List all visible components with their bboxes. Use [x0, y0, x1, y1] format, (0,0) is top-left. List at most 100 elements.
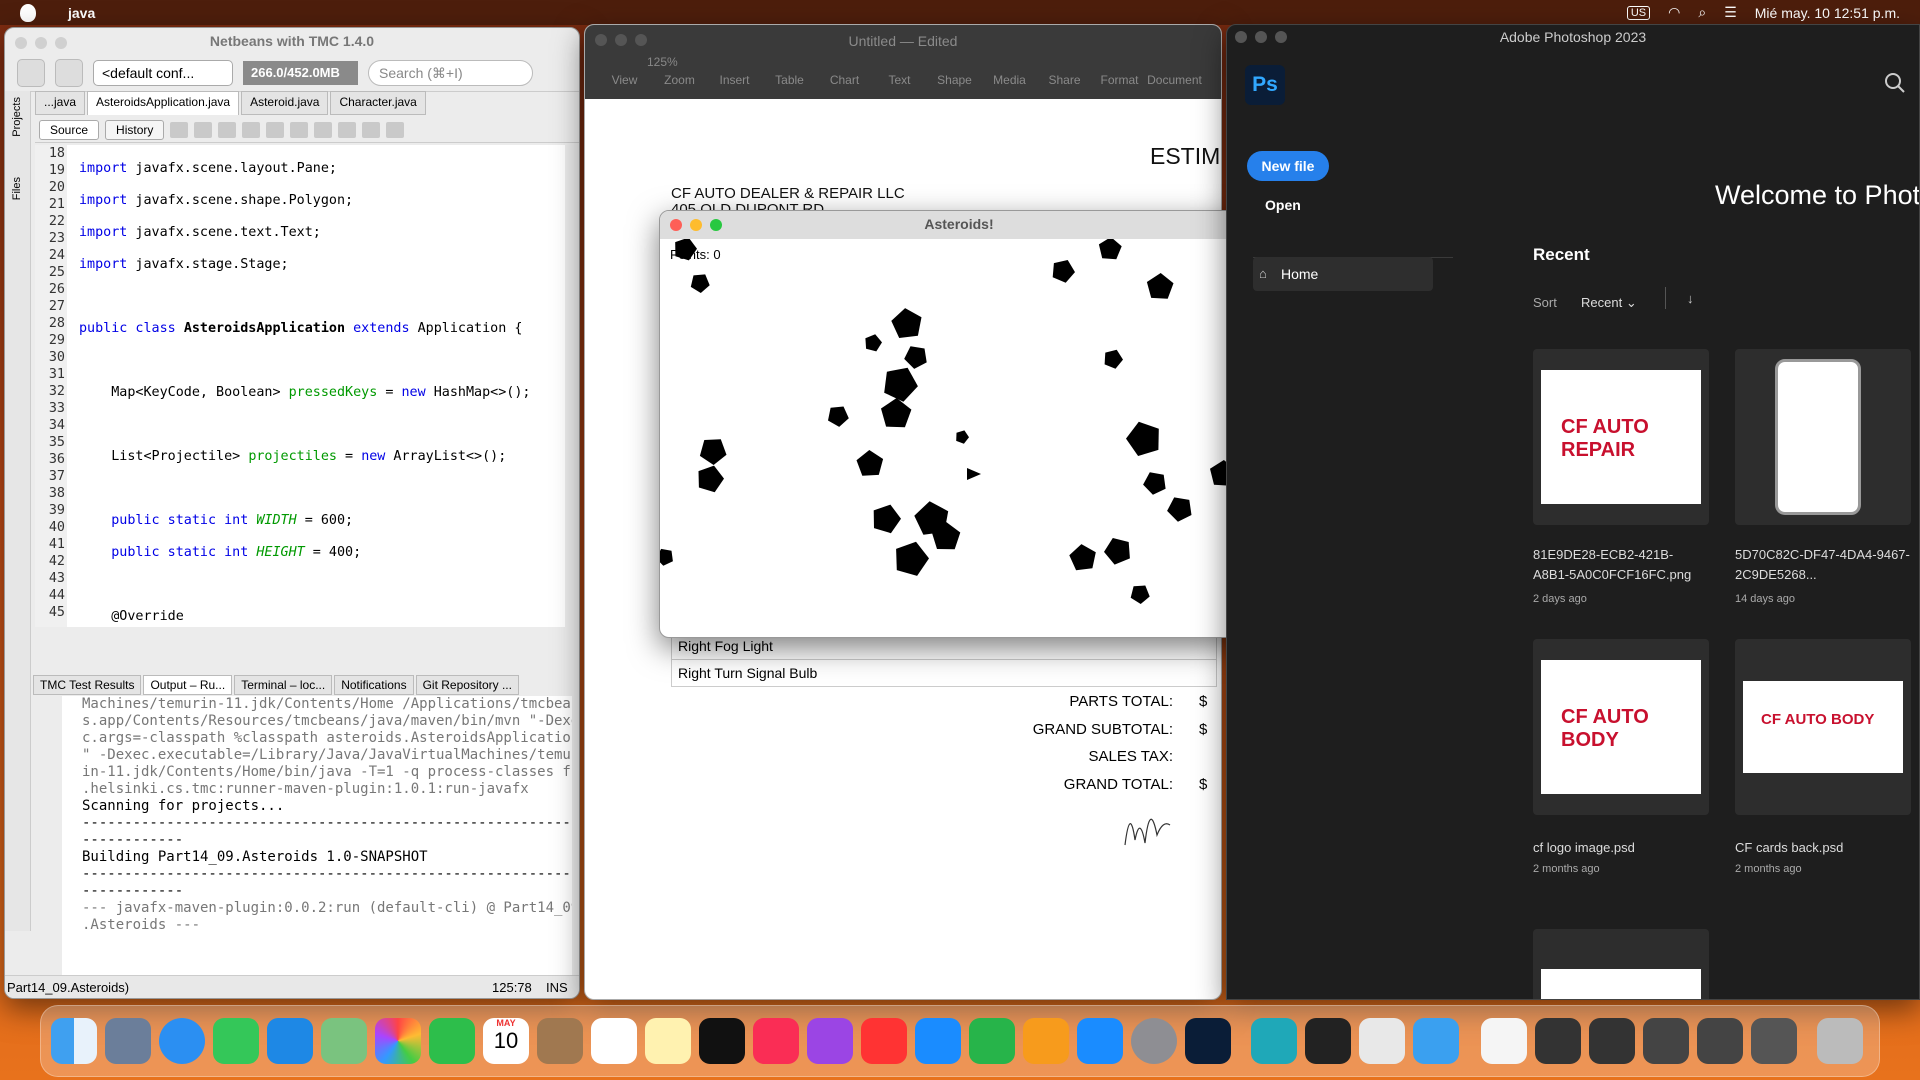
- minimize-window-button[interactable]: [35, 37, 47, 49]
- keynote-icon[interactable]: [915, 1018, 961, 1064]
- zoom-select[interactable]: 125%: [647, 55, 678, 69]
- system-settings-icon[interactable]: [1131, 1018, 1177, 1064]
- toggle-bookmark-icon[interactable]: [314, 121, 333, 138]
- source-button[interactable]: Source: [39, 119, 100, 140]
- back-icon[interactable]: [170, 121, 189, 138]
- launchpad-icon[interactable]: [105, 1018, 151, 1064]
- close-window-button[interactable]: [15, 37, 27, 49]
- find-next-icon[interactable]: [266, 121, 285, 138]
- window-thumbnail[interactable]: [1697, 1018, 1743, 1064]
- tab-java[interactable]: ...java: [35, 91, 86, 115]
- shift-left-icon[interactable]: [338, 121, 357, 138]
- toolbar-text-button[interactable]: Text: [872, 73, 927, 87]
- projects-tab[interactable]: Projects: [11, 97, 23, 137]
- toolbar-document-button[interactable]: Document: [1147, 73, 1202, 87]
- window-thumbnail[interactable]: [1643, 1018, 1689, 1064]
- reminders-icon[interactable]: [591, 1018, 637, 1064]
- tab-git-repository[interactable]: Git Repository ...: [415, 675, 519, 695]
- wifi-icon[interactable]: ◠: [1668, 4, 1680, 21]
- file-name[interactable]: cf logo image.psd: [1533, 838, 1709, 858]
- toolbar-table-button[interactable]: Table: [762, 73, 817, 87]
- search-icon[interactable]: ⌕: [1698, 4, 1706, 21]
- new-project-button[interactable]: [17, 58, 45, 87]
- maps-icon[interactable]: [321, 1018, 367, 1064]
- messages-icon[interactable]: [213, 1018, 259, 1064]
- tab-character[interactable]: Character.java: [330, 91, 426, 115]
- tab-output[interactable]: Output – Ru...: [143, 675, 233, 695]
- toolbar-zoom-button[interactable]: Zoom: [652, 73, 707, 87]
- pages-icon[interactable]: [1023, 1018, 1069, 1064]
- file-name[interactable]: 5D70C82C-DF47-4DA4-9467-2C9DE5268...: [1735, 545, 1911, 585]
- toolbar-media-button[interactable]: Media: [982, 73, 1037, 87]
- recent-file-thumb[interactable]: [1735, 349, 1911, 525]
- undo-button[interactable]: [55, 58, 83, 87]
- files-tab[interactable]: Files: [11, 177, 23, 200]
- tab-asteroids-application[interactable]: AsteroidsApplication.java: [87, 91, 240, 115]
- apple-tv-icon[interactable]: [699, 1018, 745, 1064]
- tab-terminal[interactable]: Terminal – loc...: [234, 675, 333, 695]
- zoom-window-button[interactable]: [55, 37, 67, 49]
- source-code[interactable]: import javafx.scene.layout.Pane; import …: [79, 145, 530, 627]
- recent-file-thumb[interactable]: [1533, 929, 1709, 999]
- shift-right-icon[interactable]: [362, 121, 381, 138]
- home-nav-item[interactable]: ⌂ Home: [1253, 257, 1433, 291]
- recent-file-thumb[interactable]: CF AUTO REPAIR: [1533, 349, 1709, 525]
- podcasts-icon[interactable]: [807, 1018, 853, 1064]
- find-icon[interactable]: [218, 121, 237, 138]
- apple-menu-icon[interactable]: [20, 3, 36, 22]
- tab-notifications[interactable]: Notifications: [334, 675, 414, 695]
- textedit-icon[interactable]: [1359, 1018, 1405, 1064]
- news-icon[interactable]: [861, 1018, 907, 1064]
- mail-icon[interactable]: [267, 1018, 313, 1064]
- close-window-button[interactable]: [670, 219, 682, 231]
- app-store-icon[interactable]: [1077, 1018, 1123, 1064]
- photos-icon[interactable]: [375, 1018, 421, 1064]
- safari-icon[interactable]: [159, 1018, 205, 1064]
- tab-tmc-test-results[interactable]: TMC Test Results: [33, 675, 142, 695]
- toolbar-view-button[interactable]: View: [597, 73, 652, 87]
- active-app-name[interactable]: java: [68, 5, 95, 21]
- code-editor[interactable]: 18 19 20 21 22 23 24 25 26 27 28 29 30 31 32 33 34 35 36 37…: [35, 145, 565, 627]
- comment-icon[interactable]: [386, 121, 405, 138]
- config-select[interactable]: <default conf...: [93, 59, 233, 86]
- terminal-icon[interactable]: [1305, 1018, 1351, 1064]
- calendar-icon[interactable]: MAY 10: [483, 1018, 529, 1064]
- numbers-icon[interactable]: [969, 1018, 1015, 1064]
- forward-icon[interactable]: [194, 121, 213, 138]
- finder-icon[interactable]: [51, 1018, 97, 1064]
- file-name[interactable]: 81E9DE28-ECB2-421B-A8B1-5A0C0FCF16FC.png: [1533, 545, 1709, 585]
- new-file-button[interactable]: New file: [1247, 151, 1329, 181]
- clock[interactable]: Mié may. 10 12:51 p.m.: [1755, 5, 1900, 21]
- table-row[interactable]: Right Turn Signal Bulb: [671, 659, 1217, 687]
- toolbar-format-button[interactable]: Format: [1092, 73, 1147, 87]
- recent-file-thumb[interactable]: CF AUTO BODY: [1533, 639, 1709, 815]
- tab-asteroid[interactable]: Asteroid.java: [241, 91, 329, 115]
- toolbar-share-button[interactable]: Share: [1037, 73, 1092, 87]
- memory-indicator[interactable]: 266.0/452.0MB: [243, 60, 358, 85]
- close-window-button[interactable]: [1235, 31, 1247, 43]
- music-icon[interactable]: [753, 1018, 799, 1064]
- zoom-window-button[interactable]: [1275, 31, 1287, 43]
- netbeans-dock-icon[interactable]: [1251, 1018, 1297, 1064]
- trash-icon[interactable]: [1817, 1018, 1863, 1064]
- notes-icon[interactable]: [645, 1018, 691, 1064]
- control-center-icon[interactable]: ☰: [1724, 4, 1737, 21]
- toolbar-insert-button[interactable]: Insert: [707, 73, 762, 87]
- photoshop-dock-icon[interactable]: [1185, 1018, 1231, 1064]
- document-icon[interactable]: [1481, 1018, 1527, 1064]
- facetime-icon[interactable]: [429, 1018, 475, 1064]
- toggle-highlight-icon[interactable]: [290, 121, 309, 138]
- search-icon[interactable]: [1883, 71, 1907, 95]
- folder-icon[interactable]: [1413, 1018, 1459, 1064]
- minimize-window-button[interactable]: [1255, 31, 1267, 43]
- find-previous-icon[interactable]: [242, 121, 261, 138]
- file-name[interactable]: CF cards back.psd: [1735, 838, 1911, 858]
- search-input[interactable]: Search (⌘+I): [368, 59, 533, 86]
- window-thumbnail[interactable]: [1589, 1018, 1635, 1064]
- history-button[interactable]: History: [105, 119, 165, 140]
- output-console[interactable]: Machines/temurin-11.jdk/Contents/Home /A…: [62, 696, 572, 996]
- contacts-icon[interactable]: [537, 1018, 583, 1064]
- toolbar-shape-button[interactable]: Shape: [927, 73, 982, 87]
- recent-file-thumb[interactable]: CF AUTO BODY: [1735, 639, 1911, 815]
- zoom-window-button[interactable]: [710, 219, 722, 231]
